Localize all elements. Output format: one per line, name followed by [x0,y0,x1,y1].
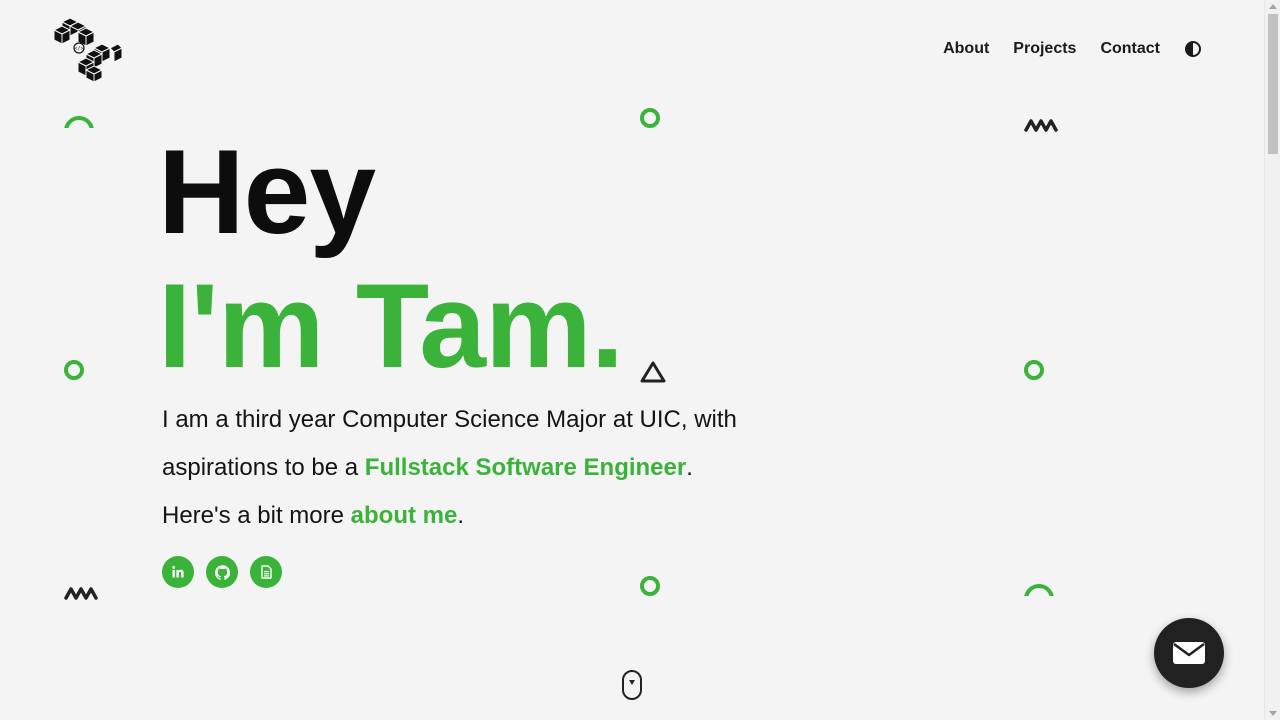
mouse-scroll-icon[interactable] [622,670,642,700]
main-nav: About Projects Contact [943,40,1202,58]
triangle-shape-icon [639,360,667,389]
hero-greeting: Hey [158,125,376,259]
resume-document-icon[interactable] [250,556,282,588]
social-links [162,556,282,588]
zigzag-shape-icon [64,586,100,605]
hero-bio: I am a third year Computer Science Major… [162,396,782,540]
envelope-icon[interactable] [1154,618,1224,688]
ring-shape-icon [1024,360,1044,380]
scroll-up-arrow-icon[interactable] [1269,4,1277,9]
bio-text: . [457,502,465,529]
nav-about[interactable]: About [943,40,989,58]
linkedin-icon[interactable] [162,556,194,588]
page: </> About Projects Contact Hey I'm Tam. … [0,0,1264,720]
contrast-icon[interactable] [1184,40,1202,58]
page-scrollbar[interactable] [1264,0,1280,720]
arc-shape-icon [64,116,94,128]
ring-shape-icon [64,360,84,380]
hero-name: I'm Tam. [158,259,624,393]
scroll-down-arrow-icon[interactable] [1269,711,1277,716]
about-me-link[interactable]: about me [351,502,458,529]
arc-shape-icon [1024,584,1054,596]
bio-text: . [686,454,693,481]
nav-projects[interactable]: Projects [1013,40,1076,58]
zigzag-shape-icon [1024,118,1060,137]
cubes-logo-icon[interactable]: </> [50,14,124,84]
bio-text: Here's a bit more [162,502,351,529]
scrollbar-thumb[interactable] [1268,14,1278,154]
ring-shape-icon [640,108,660,128]
ring-shape-icon [640,576,660,596]
github-icon[interactable] [206,556,238,588]
nav-contact[interactable]: Contact [1100,40,1160,58]
bio-highlight: Fullstack Software Engineer [364,454,687,481]
svg-text:</>: </> [74,46,83,52]
